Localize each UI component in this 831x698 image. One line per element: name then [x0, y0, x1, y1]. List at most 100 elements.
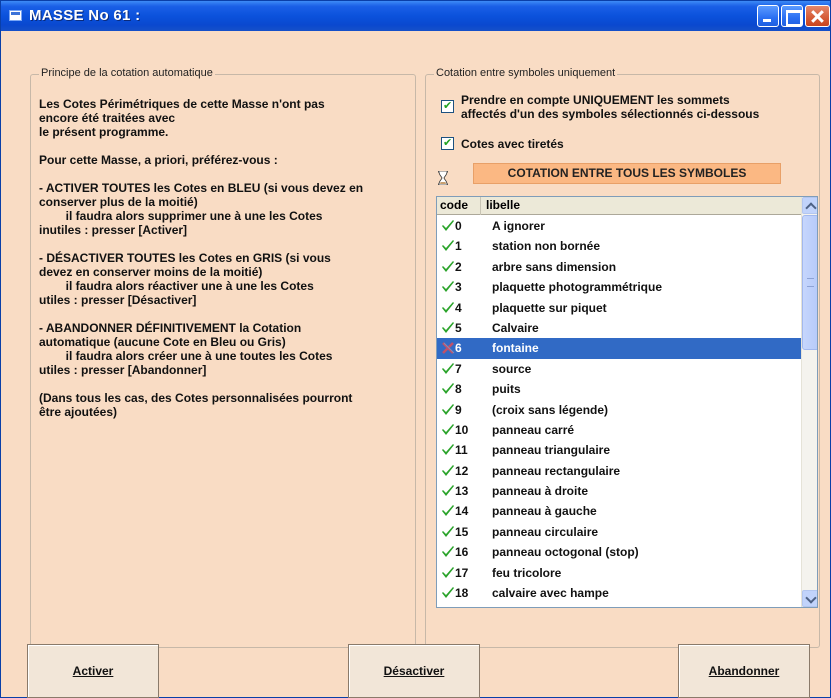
list-row[interactable]: 10 panneau carré [437, 420, 801, 440]
symbols-list[interactable]: code libelle 0 A ignorer 1 station non born… [436, 196, 818, 608]
list-row[interactable]: 17 feu tricolore [437, 563, 801, 583]
check-icon[interactable] [441, 260, 455, 274]
row-libelle: panneau octogonal (stop) [492, 545, 639, 560]
scroll-thumb[interactable] [802, 215, 817, 350]
row-code: 5 [455, 320, 462, 335]
row-libelle: panneau à droite [492, 484, 589, 499]
list-rows: 0 A ignorer 1 station non bornée 2 arbre sans… [437, 216, 801, 603]
symbols-group: Cotation entre symboles uniquement Prend… [425, 67, 820, 648]
list-row[interactable]: 15 panneau circulaire [437, 522, 801, 542]
abandonner-button[interactable]: Abandonner [678, 644, 810, 698]
cross-icon[interactable] [441, 341, 455, 355]
list-row[interactable]: 16 panneau octogonal (stop) [437, 542, 801, 562]
check-icon[interactable] [441, 443, 455, 457]
row-code: 15 [455, 524, 469, 539]
list-row[interactable]: 2 arbre sans dimension [437, 257, 801, 277]
list-header: code libelle [437, 197, 801, 215]
row-code: 7 [455, 361, 462, 376]
row-code: 2 [455, 259, 462, 274]
check-icon[interactable] [441, 239, 455, 253]
maximize-icon[interactable] [781, 5, 803, 27]
row-code: 8 [455, 382, 462, 397]
check-icon[interactable] [441, 586, 455, 600]
all-symbols-button[interactable]: COTATION ENTRE TOUS LES SYMBOLES [473, 163, 781, 184]
row-code: 17 [455, 565, 469, 580]
hourglass-icon [438, 171, 448, 185]
row-libelle: calvaire avec hampe [492, 586, 609, 601]
row-libelle: panneau carré [492, 422, 575, 437]
row-libelle: arbre sans dimension [492, 259, 617, 274]
title-bar[interactable]: MASSE No 61 : [1, 1, 830, 31]
list-row[interactable]: 13 panneau à droite [437, 481, 801, 501]
row-code: 14 [455, 504, 469, 519]
list-row[interactable]: 12 panneau rectangulaire [437, 461, 801, 481]
list-row[interactable]: 7 source [437, 359, 801, 379]
check-icon[interactable] [441, 423, 455, 437]
list-row[interactable]: 6 fontaine [437, 338, 801, 359]
check-icon[interactable] [441, 280, 455, 294]
check-icon[interactable] [441, 545, 455, 559]
minimize-icon[interactable] [757, 5, 779, 27]
only-symbols-label[interactable]: Prendre en compte UNIQUEMENT les sommets… [461, 93, 816, 121]
row-libelle: panneau à gauche [492, 504, 597, 519]
list-row[interactable]: 14 panneau à gauche [437, 501, 801, 521]
list-row[interactable]: 4 plaquette sur piquet [437, 298, 801, 318]
principle-group: Principe de la cotation automatique Les … [30, 67, 416, 648]
row-code: 12 [455, 463, 469, 478]
row-libelle: puits [492, 382, 521, 397]
check-icon[interactable] [441, 219, 455, 233]
check-icon[interactable] [441, 464, 455, 478]
list-scrollbar[interactable] [801, 197, 817, 607]
check-icon[interactable] [441, 403, 455, 417]
row-libelle: (croix sans légende) [492, 402, 609, 417]
list-row[interactable]: 18 calvaire avec hampe [437, 583, 801, 603]
row-code: 18 [455, 586, 469, 601]
close-icon[interactable] [805, 5, 830, 27]
column-header-code[interactable]: code [437, 197, 481, 215]
row-code: 10 [455, 422, 469, 437]
row-libelle: panneau triangulaire [492, 443, 611, 458]
dashed-lines-checkbox[interactable] [441, 136, 454, 150]
list-row[interactable]: 5 Calvaire [437, 318, 801, 338]
row-code: 11 [455, 443, 468, 458]
activer-button[interactable]: Activer [27, 644, 159, 698]
list-row[interactable]: 9 (croix sans légende) [437, 400, 801, 420]
desactiver-button[interactable]: Désactiver [348, 644, 480, 698]
scroll-up-icon[interactable] [802, 197, 817, 214]
masse-dialog-window: MASSE No 61 : Principe de la cotation au… [0, 0, 831, 698]
row-libelle: Calvaire [492, 320, 539, 335]
scroll-down-icon[interactable] [802, 590, 817, 607]
row-code: 13 [455, 484, 469, 499]
check-icon[interactable] [441, 382, 455, 396]
only-symbols-checkbox[interactable] [441, 99, 454, 113]
principle-text: Les Cotes Périmétriques de cette Masse n… [39, 97, 364, 419]
row-code: 0 [455, 219, 462, 233]
row-libelle: feu tricolore [492, 565, 562, 580]
dashed-lines-label[interactable]: Cotes avec tiretés [461, 137, 564, 151]
principle-legend: Principe de la cotation automatique [39, 67, 215, 79]
window-icon [9, 10, 22, 21]
row-libelle: panneau rectangulaire [492, 463, 621, 478]
check-icon[interactable] [441, 362, 455, 376]
row-code: 6 [455, 341, 462, 356]
check-icon[interactable] [441, 301, 455, 315]
window-title: MASSE No 61 : [29, 7, 141, 24]
row-code: 1 [455, 239, 462, 254]
list-row[interactable]: 11 panneau triangulaire [437, 440, 801, 460]
row-libelle: plaquette sur piquet [492, 300, 607, 315]
check-icon[interactable] [441, 525, 455, 539]
list-row[interactable]: 8 puits [437, 379, 801, 399]
check-icon[interactable] [441, 321, 455, 335]
list-row[interactable]: 0 A ignorer [437, 216, 801, 236]
row-code: 4 [455, 300, 462, 315]
row-code: 16 [455, 545, 469, 560]
check-icon[interactable] [441, 484, 455, 498]
check-icon[interactable] [441, 504, 455, 518]
row-libelle: station non bornée [492, 239, 600, 254]
row-libelle: panneau circulaire [492, 524, 599, 539]
column-header-libelle[interactable]: libelle [481, 197, 801, 215]
check-icon[interactable] [441, 566, 455, 580]
list-row[interactable]: 3 plaquette photogrammétrique [437, 277, 801, 297]
list-row[interactable]: 1 station non bornée [437, 236, 801, 256]
row-libelle: plaquette photogrammétrique [492, 280, 663, 295]
